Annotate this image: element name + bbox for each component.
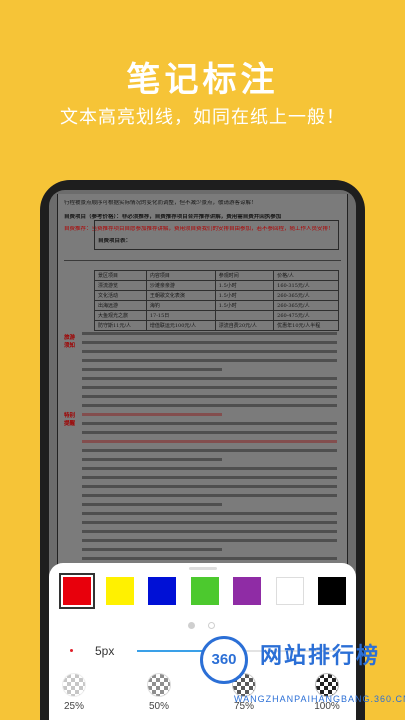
text-line-bar (82, 548, 222, 551)
color-swatch[interactable] (105, 577, 134, 605)
text-line-bar (82, 476, 337, 479)
doc-line: 行程被景点顺序可根据实际情况的变化而调整，但不减少景点，敬请游客谅解！ (64, 200, 257, 206)
text-line-bar (82, 350, 337, 353)
watermark-url: WANGZHANPAIHANGBANG.360.CN (234, 694, 405, 704)
opacity-option[interactable]: 25% (54, 673, 94, 712)
text-line-bar (82, 368, 222, 371)
hero-title: 笔记标注 (126, 60, 279, 100)
text-line-bar (82, 449, 337, 452)
color-swatch[interactable] (148, 577, 176, 605)
text-line-bar (82, 494, 337, 497)
text-line-bar (82, 521, 337, 524)
text-line-bar (82, 557, 337, 560)
opacity-checker-icon (147, 673, 171, 697)
text-line-bar (82, 440, 337, 443)
table-row: 防守斯11元/人 增值联运元100元/人 漂流自费20元/人 优惠年10元/人半程 (94, 320, 339, 331)
page-indicator (188, 620, 218, 630)
watermark-name: 网站排行榜 (260, 644, 381, 669)
opacity-label: 25% (63, 701, 84, 712)
text-line-bar (82, 422, 337, 425)
doc-divider (64, 260, 341, 261)
text-line-bar (82, 467, 337, 470)
page-dot[interactable] (208, 622, 215, 629)
color-swatch[interactable] (59, 573, 95, 609)
text-line-bar (82, 503, 222, 506)
text-line-bar (82, 530, 337, 533)
fee-table: 景区项目 内容项目 参观时间 价格/人 漂流游览 沙滩亲亲游 1.5小时 160-315元/… (94, 270, 339, 331)
brush-size-label: 5px (95, 644, 115, 658)
text-line-bar (82, 512, 337, 515)
text-line-bar (82, 377, 337, 380)
doc-box (94, 220, 339, 250)
table-row: 景区项目 内容项目 参观时间 价格/人 (94, 270, 339, 281)
table-row: 大鱼观光之旅 17-15日 260-475元/人 (94, 310, 339, 321)
text-line-bar (82, 395, 337, 398)
color-swatch[interactable] (275, 577, 304, 605)
opacity-option[interactable]: 50% (139, 673, 179, 712)
color-swatches (59, 573, 353, 609)
color-swatch[interactable] (190, 577, 219, 605)
table-row: 文化活动 王朝歌文化表演 1.5小时 260-365元/人 (94, 290, 339, 301)
color-swatch[interactable] (318, 577, 346, 605)
document-page[interactable]: 行程被景点顺序可根据实际情况的变化而调整，但不减少景点，敬请游客谅解！ 自费项目… (57, 194, 348, 574)
opacity-label: 50% (148, 701, 169, 712)
text-line-bar (82, 341, 337, 344)
text-line-bar (82, 458, 222, 461)
text-line-bar (82, 359, 337, 362)
text-line-bar (82, 485, 337, 488)
side-label: 旅游须知 (64, 335, 76, 349)
site-watermark: 360 网站排行榜 WANGZHANPAIHANGBANG.360.CN (200, 630, 405, 720)
hero-subtitle: 文本高亮划线，如同在纸上一般！ (60, 107, 345, 128)
page-dot-active[interactable] (188, 622, 195, 629)
text-line-bar (82, 413, 222, 416)
text-line-bar (82, 386, 337, 389)
text-line-bar (82, 332, 337, 335)
text-line-bar (82, 404, 337, 407)
brush-preview-dot (70, 649, 73, 652)
doc-line: 自费项目表： (98, 238, 132, 244)
text-line-bar (82, 539, 337, 542)
drag-handle[interactable] (189, 567, 217, 570)
text-line-bar (82, 431, 337, 434)
opacity-checker-icon (62, 673, 86, 697)
color-swatch[interactable] (233, 577, 261, 605)
side-label: 特别提醒 (64, 413, 76, 427)
table-row: 漂流游览 沙滩亲亲游 1.5小时 160-315元/人 (94, 280, 339, 291)
watermark-badge: 360 (200, 636, 248, 684)
table-row: 出海远游 海钓 1.5小时 260-365元/人 (94, 300, 339, 311)
